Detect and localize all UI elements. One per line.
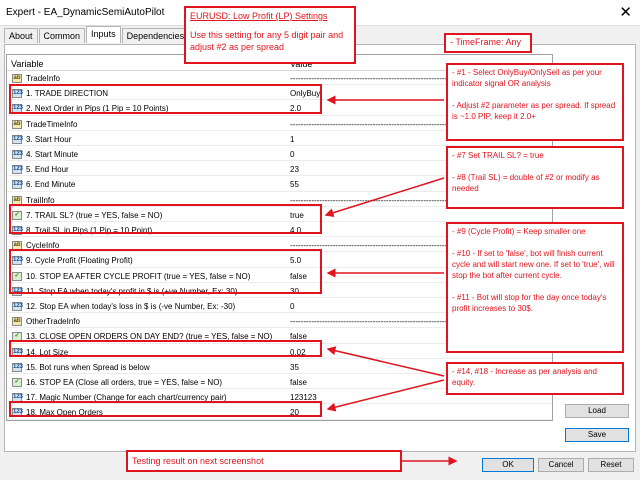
callout-arrows bbox=[324, 95, 458, 466]
arrow-lot bbox=[326, 346, 445, 377]
arrow-max-orders bbox=[326, 379, 445, 412]
arrow-trail bbox=[324, 177, 445, 218]
